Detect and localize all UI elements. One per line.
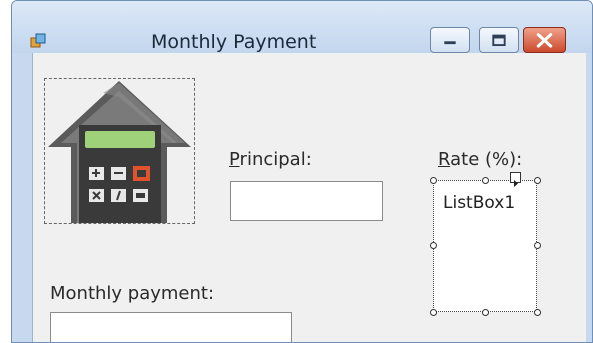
close-icon — [536, 33, 553, 48]
window-title: Monthly Payment — [151, 31, 317, 53]
form-app-icon — [30, 33, 46, 48]
picture-box[interactable] — [44, 78, 195, 224]
title-bar[interactable]: Monthly Payment — [12, 1, 592, 53]
principal-label: Principal: — [229, 149, 312, 170]
form-client-area: Principal: Rate (%): ListBox1 Monthly pa… — [32, 53, 586, 342]
smart-tag-button[interactable] — [510, 172, 521, 187]
resize-handle-bottom-right[interactable] — [534, 309, 541, 316]
listbox-item[interactable]: ListBox1 — [443, 193, 515, 213]
resize-handle-middle-right[interactable] — [534, 242, 541, 249]
resize-handle-top-right[interactable] — [534, 177, 541, 184]
principal-input[interactable] — [230, 181, 383, 221]
resize-handle-middle-left[interactable] — [430, 242, 437, 249]
minimize-icon — [444, 41, 456, 45]
resize-handle-bottom-center[interactable] — [482, 309, 489, 316]
rate-listbox[interactable]: ListBox1 — [433, 180, 537, 312]
rate-label: Rate (%): — [438, 149, 523, 170]
resize-handle-top-center[interactable] — [482, 177, 489, 184]
resize-handle-top-left[interactable] — [430, 177, 437, 184]
monthly-payment-output[interactable] — [50, 312, 292, 342]
close-button[interactable] — [523, 27, 566, 53]
maximize-button[interactable] — [479, 27, 519, 53]
minimize-button[interactable] — [430, 27, 470, 53]
smart-tag-arrow-icon — [514, 180, 518, 187]
house-calculator-icon — [48, 81, 191, 223]
form-window: Monthly Payment Principal: Rate (%): Lis… — [11, 0, 593, 343]
monthly-payment-label: Monthly payment: — [50, 283, 215, 304]
resize-handle-bottom-left[interactable] — [430, 309, 437, 316]
maximize-icon — [492, 34, 506, 47]
